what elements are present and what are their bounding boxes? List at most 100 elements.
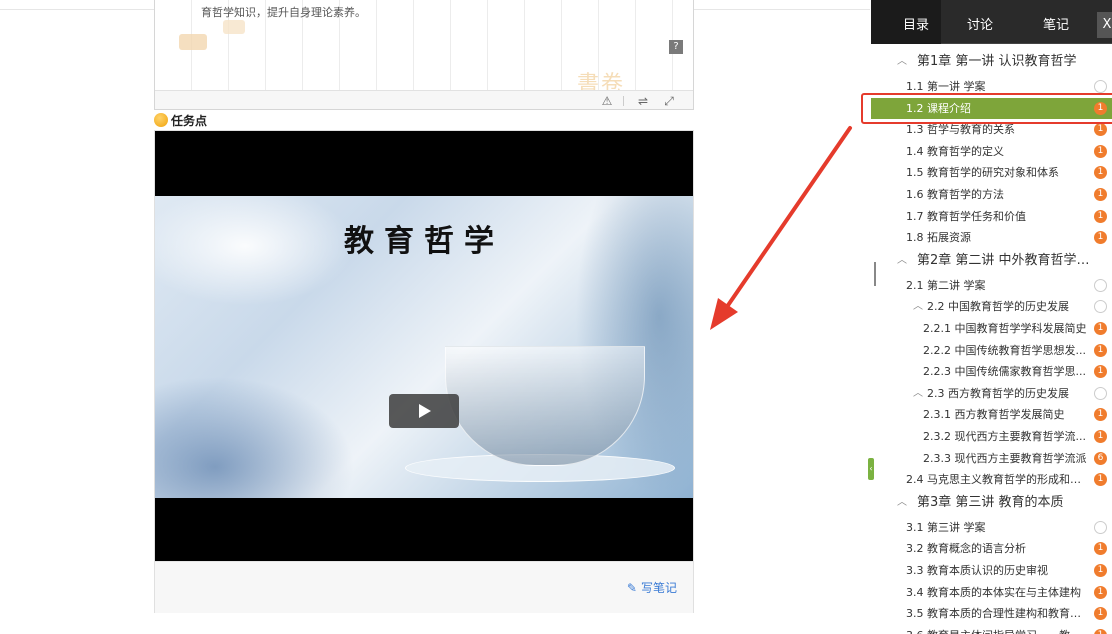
toc-chapter[interactable]: ︿ 第2章 第二讲 中外教育哲学史发展... (871, 249, 1112, 273)
toc-item[interactable]: 1.8 拓展资源 1 (871, 227, 1112, 248)
toc-label: 2.2.1 中国教育哲学学科发展简史 (923, 322, 1087, 335)
seal-stamp-icon (223, 20, 245, 34)
toc-label: 2.3.2 现代西方主要教育哲学流... (923, 430, 1086, 443)
status-circle-icon (1094, 520, 1107, 534)
write-note-label: 写笔记 (640, 581, 677, 595)
close-sidebar-button[interactable]: X (1097, 12, 1112, 38)
toc-label: 3.3 教育本质认识的历史审视 (906, 564, 1048, 577)
toc-item[interactable]: 3.2 教育概念的语言分析 1 (871, 538, 1112, 559)
task-count-badge: 1 (1094, 144, 1107, 158)
task-count-badge: 1 (1094, 628, 1107, 634)
seal-stamp-icon (179, 34, 207, 50)
decorative-calligraphy: 書卷 (577, 72, 626, 97)
task-count-badge: 1 (1094, 343, 1107, 357)
toc-item[interactable]: ︿ 2.2 中国教育哲学的历史发展 (871, 296, 1112, 317)
toc-label: 1.4 教育哲学的定义 (906, 144, 1004, 158)
toc-label: 1.2 课程介绍 (906, 101, 971, 115)
toc-label: 1.1 第一讲 学案 (906, 80, 986, 93)
toc-item[interactable]: 2.3.1 西方教育哲学发展简史 1 (871, 404, 1112, 425)
toc-chapter[interactable]: ︿ 第1章 第一讲 认识教育哲学 (871, 50, 1112, 74)
toc-label: 3.4 教育本质的本体实在与主体建构 (906, 585, 1081, 599)
sidebar-toggle-handle[interactable]: ‹ (868, 458, 874, 480)
toc-item[interactable]: 3.4 教育本质的本体实在与主体建构 1 (871, 582, 1112, 603)
task-count-badge: 1 (1094, 585, 1107, 599)
toc-item[interactable]: 1.4 教育哲学的定义 1 (871, 141, 1112, 162)
toc-label: 2.2.3 中国传统儒家教育哲学思... (923, 365, 1086, 379)
sidebar: 目录 讨论 笔记 X ︿ 第1章 第一讲 认识教育哲学 1.1 第一讲 学案 1.2 … (871, 0, 1112, 634)
swap-icon[interactable]: ⇌ (635, 93, 651, 109)
play-button[interactable] (389, 394, 459, 428)
toc-item[interactable]: 2.1 第二讲 学案 (871, 275, 1112, 296)
help-icon[interactable]: ? (669, 40, 683, 54)
toc-label: 第2章 第二讲 中外教育哲学史发展... (917, 252, 1091, 268)
toc-item[interactable]: 1.5 教育哲学的研究对象和体系 1 (871, 162, 1112, 183)
status-circle-icon (1094, 386, 1107, 400)
annotation-arrow (710, 126, 852, 330)
toc-item[interactable]: 3.6 教育是主体间指导学习——教育...1 (871, 625, 1112, 634)
toc-item[interactable]: 2.4 马克思主义教育哲学的形成和发展 1 (871, 469, 1112, 490)
toc-item[interactable]: 1.6 教育哲学的方法 1 (871, 184, 1112, 205)
toc-label: 1.6 教育哲学的方法 (906, 188, 1004, 201)
task-count-badge: 6 (1094, 451, 1107, 465)
chevron-up-icon[interactable]: ︿ (897, 249, 907, 273)
toc-label: 第3章 第三讲 教育的本质 (917, 494, 1064, 510)
toolbar-divider (623, 96, 624, 106)
fullscreen-icon[interactable]: ⤢ (661, 93, 677, 109)
sidebar-tabs: 目录 讨论 笔记 X (871, 0, 1112, 44)
tab-catalog[interactable]: 目录 (871, 0, 941, 44)
table-of-contents: ︿ 第1章 第一讲 认识教育哲学 1.1 第一讲 学案 1.2 课程介绍 1 1.3 哲学… (871, 44, 1112, 634)
sidebar-resize-mark (874, 262, 876, 286)
pencil-icon: ✎ (626, 580, 637, 595)
toc-label: 1.7 教育哲学任务和价值 (906, 209, 1026, 223)
toc-item[interactable]: 2.2.2 中国传统教育哲学思想发... 1 (871, 340, 1112, 361)
video-title: 教育哲学 (344, 224, 504, 259)
task-count-badge: 1 (1094, 564, 1107, 577)
toc-chapter[interactable]: ︿ 第3章 第三讲 教育的本质 (871, 491, 1112, 515)
toc-item[interactable]: 2.2.3 中国传统儒家教育哲学思... 1 (871, 361, 1112, 382)
task-point-icon (154, 113, 168, 127)
toc-label: 2.2 中国教育哲学的历史发展 (927, 300, 1069, 314)
toc-label: 3.5 教育本质的合理性建构和教育规... (906, 607, 1091, 621)
video-player[interactable]: 教育哲学 (155, 131, 693, 561)
chevron-up-icon[interactable]: ︿ (913, 296, 923, 317)
page: 育哲学知识，提升自身理论素养。 ? 書卷 ⚠ ⇌ ⤢ 任务点 教育哲学 ✎ 写笔… (0, 0, 1112, 634)
task-count-badge: 1 (1094, 166, 1107, 180)
tab-discussion[interactable]: 讨论 (967, 0, 993, 44)
tab-notes[interactable]: 笔记 (1043, 0, 1069, 44)
toc-item[interactable]: 1.3 哲学与教育的关系 1 (871, 119, 1112, 140)
chevron-up-icon[interactable]: ︿ (897, 491, 907, 515)
write-note-button[interactable]: ✎ 写笔记 (627, 579, 677, 596)
toc-label: 2.1 第二讲 学案 (906, 278, 986, 292)
toc-item[interactable]: ︿ 2.3 西方教育哲学的历史发展 (871, 383, 1112, 404)
warning-icon[interactable]: ⚠ (599, 93, 615, 109)
task-count-badge: 1 (1094, 542, 1107, 556)
chevron-up-icon[interactable]: ︿ (897, 50, 907, 74)
toc-item[interactable]: 3.3 教育本质认识的历史审视 1 (871, 560, 1112, 581)
toc-item[interactable]: 2.3.2 现代西方主要教育哲学流... 1 (871, 426, 1112, 447)
video-footer: ✎ 写笔记 (155, 561, 693, 613)
toc-item[interactable]: 3.5 教育本质的合理性建构和教育规... 1 (871, 603, 1112, 624)
task-count-badge: 1 (1094, 408, 1107, 422)
toc-label: 2.2.2 中国传统教育哲学思想发... (923, 343, 1086, 357)
toc-item[interactable]: 2.3.3 现代西方主要教育哲学流派 6 (871, 448, 1112, 469)
toc-item[interactable]: 3.1 第三讲 学案 (871, 517, 1112, 538)
task-count-badge: 1 (1094, 430, 1107, 443)
toc-item[interactable]: 2.2.1 中国教育哲学学科发展简史 1 (871, 318, 1112, 339)
toc-label: 1.3 哲学与教育的关系 (906, 123, 1015, 137)
document-text: 育哲学知识，提升自身理论素养。 (201, 6, 366, 19)
task-count-badge: 1 (1094, 123, 1107, 137)
toc-item[interactable]: 1.1 第一讲 学案 (871, 76, 1112, 97)
toc-label: 1.5 教育哲学的研究对象和体系 (906, 166, 1059, 180)
toc-label: 1.8 拓展资源 (906, 231, 971, 245)
video-frame: 教育哲学 (155, 196, 693, 498)
video-card: 教育哲学 ✎ 写笔记 (154, 130, 694, 613)
toc-label: 3.2 教育概念的语言分析 (906, 542, 1026, 556)
toc-label: 2.4 马克思主义教育哲学的形成和发展 (906, 473, 1091, 487)
toc-item[interactable]: 1.2 课程介绍 1 (871, 97, 1112, 119)
toc-item[interactable]: 1.7 教育哲学任务和价值 1 (871, 206, 1112, 227)
document-page: 育哲学知识，提升自身理论素养。 ? 書卷 (155, 0, 693, 97)
toc-label: 2.3 西方教育哲学的历史发展 (927, 386, 1069, 400)
task-count-badge: 1 (1094, 231, 1107, 245)
chevron-up-icon[interactable]: ︿ (913, 383, 923, 404)
task-count-badge: 1 (1094, 209, 1107, 223)
